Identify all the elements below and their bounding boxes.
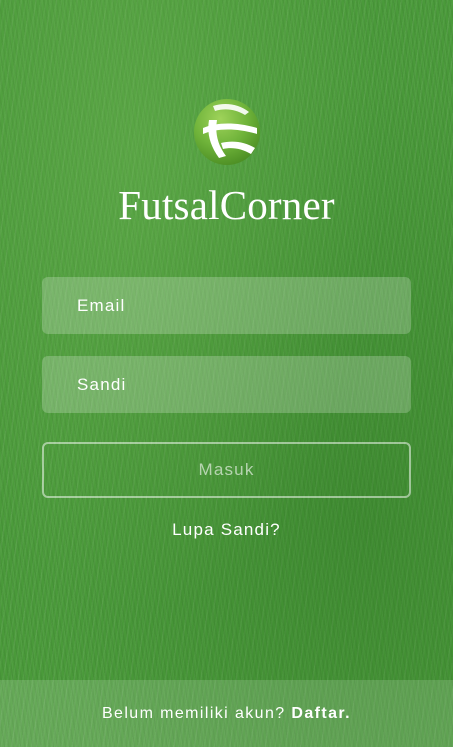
email-input[interactable]: [42, 277, 411, 334]
signup-footer: Belum memiliki akun? Daftar.: [0, 680, 453, 747]
password-field[interactable]: [42, 356, 411, 413]
login-screen: FutsalCorner Masuk Lupa Sandi? Belum mem…: [0, 0, 453, 747]
login-button[interactable]: Masuk: [42, 442, 411, 498]
signup-prompt: Belum memiliki akun?: [101, 705, 286, 722]
signup-link[interactable]: Daftar.: [291, 705, 351, 722]
app-name: FutsalCorner: [118, 182, 335, 228]
futsal-ball-logo-icon: [193, 98, 261, 166]
forgot-password-link[interactable]: Lupa Sandi?: [0, 518, 453, 542]
email-field[interactable]: [42, 277, 411, 334]
password-input[interactable]: [42, 356, 411, 413]
